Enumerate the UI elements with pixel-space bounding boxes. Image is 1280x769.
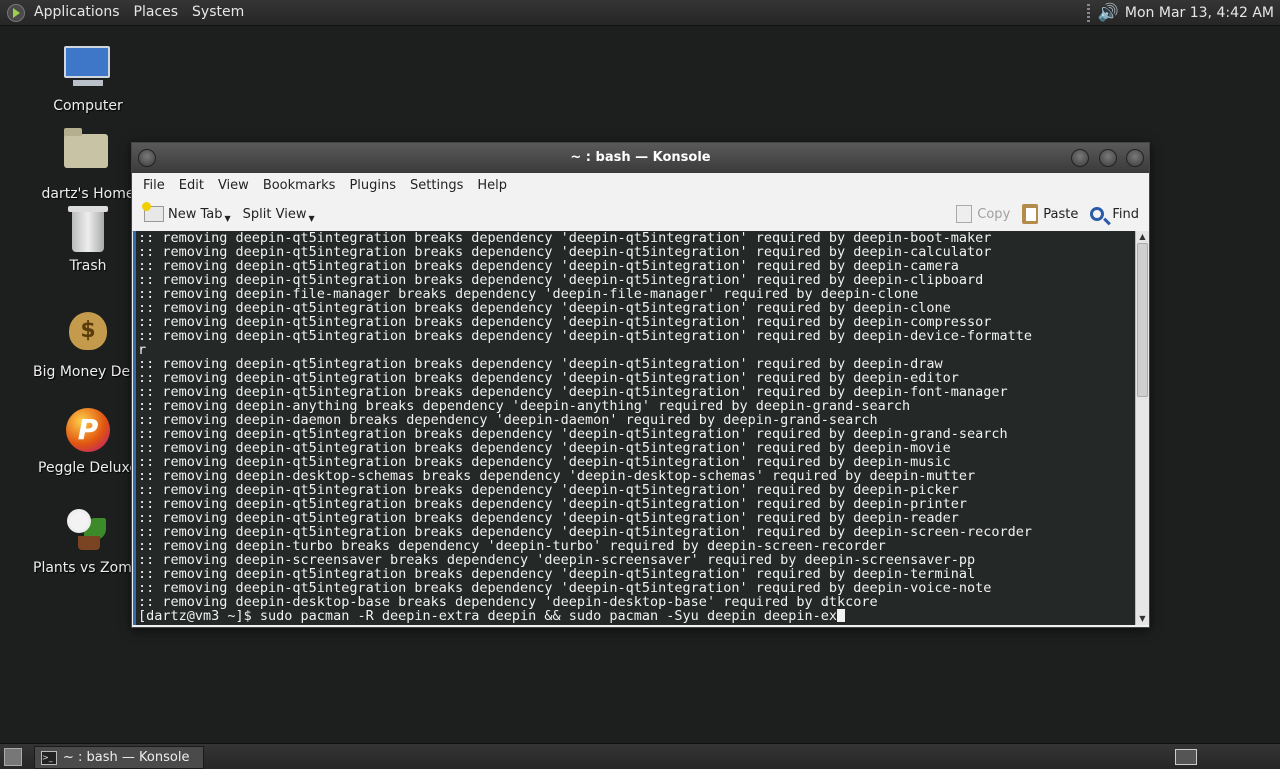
- close-icon[interactable]: [1126, 149, 1144, 167]
- taskbar-item-label: ~ : bash — Konsole: [63, 750, 190, 765]
- trash-icon: [64, 206, 112, 254]
- desktop-icon-peggle[interactable]: P Peggle Deluxe: [33, 406, 143, 476]
- taskbar-item-konsole[interactable]: >_ ~ : bash — Konsole: [34, 746, 204, 769]
- minimize-icon[interactable]: [1071, 149, 1089, 167]
- search-icon: [1090, 207, 1105, 221]
- maximize-icon[interactable]: [1099, 149, 1117, 167]
- copy-label: Copy: [977, 206, 1011, 222]
- menu-bookmarks[interactable]: Bookmarks: [256, 178, 343, 193]
- desktop-icon-plants-vs-zombies[interactable]: Plants vs Zombi: [33, 506, 145, 576]
- new-tab-button[interactable]: New Tab ▼: [138, 202, 237, 223]
- terminal-prompt: [dartz@vm3 ~]$ sudo pacman -R deepin-ext…: [138, 608, 837, 624]
- split-view-label: Split View: [242, 206, 307, 222]
- show-desktop-icon[interactable]: [4, 748, 22, 766]
- desktop-icon-label: Computer: [53, 98, 123, 114]
- bottom-panel: >_ ~ : bash — Konsole: [0, 743, 1280, 769]
- chevron-down-icon: ▼: [308, 213, 315, 223]
- desktop-icon-label: dartz's Home: [41, 186, 135, 202]
- konsole-window: ~ : bash — Konsole File Edit View Bookma…: [131, 142, 1150, 628]
- split-view-button[interactable]: Split View ▼: [237, 206, 321, 223]
- workspace-switcher[interactable]: [1175, 749, 1197, 765]
- menu-help[interactable]: Help: [470, 178, 514, 193]
- peggle-icon: P: [64, 408, 112, 456]
- menu-edit[interactable]: Edit: [172, 178, 211, 193]
- paste-button[interactable]: Paste: [1016, 204, 1084, 224]
- scrollbar-thumb[interactable]: [1137, 243, 1148, 397]
- desktop-icon-big-money[interactable]: $ Big Money Delux: [33, 306, 152, 380]
- menu-view[interactable]: View: [211, 178, 256, 193]
- applications-menu[interactable]: Applications: [27, 0, 127, 25]
- menu-plugins[interactable]: Plugins: [342, 178, 403, 193]
- copy-button[interactable]: Copy: [950, 205, 1016, 223]
- scroll-up-icon[interactable]: ▲: [1136, 231, 1149, 243]
- terminal-scrollbar[interactable]: ▲ ▼: [1135, 231, 1149, 625]
- money-bag-icon: $: [64, 312, 112, 360]
- computer-icon: [64, 46, 112, 94]
- menu-bar: File Edit View Bookmarks Plugins Setting…: [132, 173, 1149, 197]
- window-title: ~ : bash — Konsole: [570, 150, 711, 165]
- window-titlebar[interactable]: ~ : bash — Konsole: [132, 143, 1149, 173]
- text-cursor: [836, 609, 845, 622]
- places-menu[interactable]: Places: [127, 0, 186, 25]
- copy-icon: [956, 205, 973, 223]
- new-tab-icon: [142, 202, 164, 222]
- plants-vs-zombies-icon: [64, 508, 112, 556]
- top-panel: Applications Places System 🔊 Mon Mar 13,…: [0, 0, 1280, 26]
- find-button[interactable]: Find: [1084, 207, 1145, 222]
- new-tab-label: New Tab: [168, 206, 223, 222]
- terminal-prompt-line[interactable]: [dartz@vm3 ~]$ sudo pacman -R deepin-ext…: [136, 609, 1136, 623]
- menu-settings[interactable]: Settings: [403, 178, 470, 193]
- terminal-output: :: removing deepin-qt5integration breaks…: [138, 231, 1033, 610]
- paste-label: Paste: [1043, 206, 1079, 222]
- desktop-icon-trash[interactable]: Trash: [33, 206, 143, 274]
- menu-file[interactable]: File: [136, 178, 172, 193]
- find-label: Find: [1112, 206, 1139, 222]
- chevron-down-icon[interactable]: ▼: [225, 214, 231, 223]
- desktop-icon-label: Big Money Delux: [33, 364, 152, 380]
- scroll-down-icon[interactable]: ▼: [1136, 613, 1149, 625]
- speaker-icon[interactable]: 🔊: [1098, 3, 1119, 23]
- panel-grip[interactable]: [1086, 3, 1090, 22]
- terminal-icon: >_: [41, 750, 57, 765]
- desktop-icon-label: Plants vs Zombi: [33, 560, 145, 576]
- desktop-icon-computer[interactable]: Computer: [33, 46, 143, 114]
- home-folder-icon: [64, 128, 112, 182]
- panel-tray: 🔊 Mon Mar 13, 4:42 AM: [1079, 0, 1280, 25]
- desktop-icon-label: Trash: [69, 258, 107, 274]
- desktop-icon-label: Peggle Deluxe: [38, 460, 138, 476]
- paste-icon: [1022, 204, 1039, 224]
- terminal-area[interactable]: :: removing deepin-qt5integration breaks…: [133, 231, 1136, 625]
- applications-logo-icon[interactable]: [7, 3, 25, 22]
- toolbar: New Tab ▼ Split View ▼ Copy Paste Find: [132, 197, 1149, 232]
- desktop-icon-home[interactable]: dartz's Home: [33, 126, 143, 202]
- clock[interactable]: Mon Mar 13, 4:42 AM: [1125, 5, 1280, 21]
- system-menu[interactable]: System: [185, 0, 251, 25]
